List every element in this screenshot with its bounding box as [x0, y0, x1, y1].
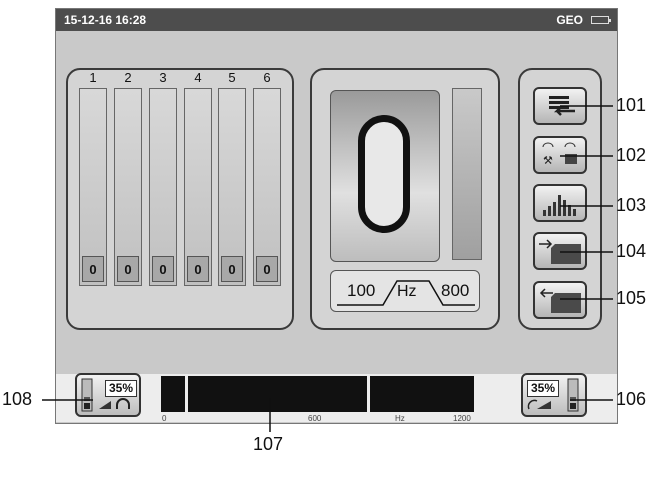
callout-104: 104 — [616, 241, 647, 261]
callout-101: 101 — [616, 95, 647, 115]
callout-102: 102 — [616, 145, 647, 165]
callout-105: 105 — [616, 288, 647, 308]
callout-108: 108 — [2, 389, 33, 409]
callout-leaders — [42, 105, 613, 432]
callout-103: 103 — [616, 195, 647, 215]
callout-106: 106 — [616, 389, 647, 409]
callout-107: 107 — [253, 434, 284, 454]
